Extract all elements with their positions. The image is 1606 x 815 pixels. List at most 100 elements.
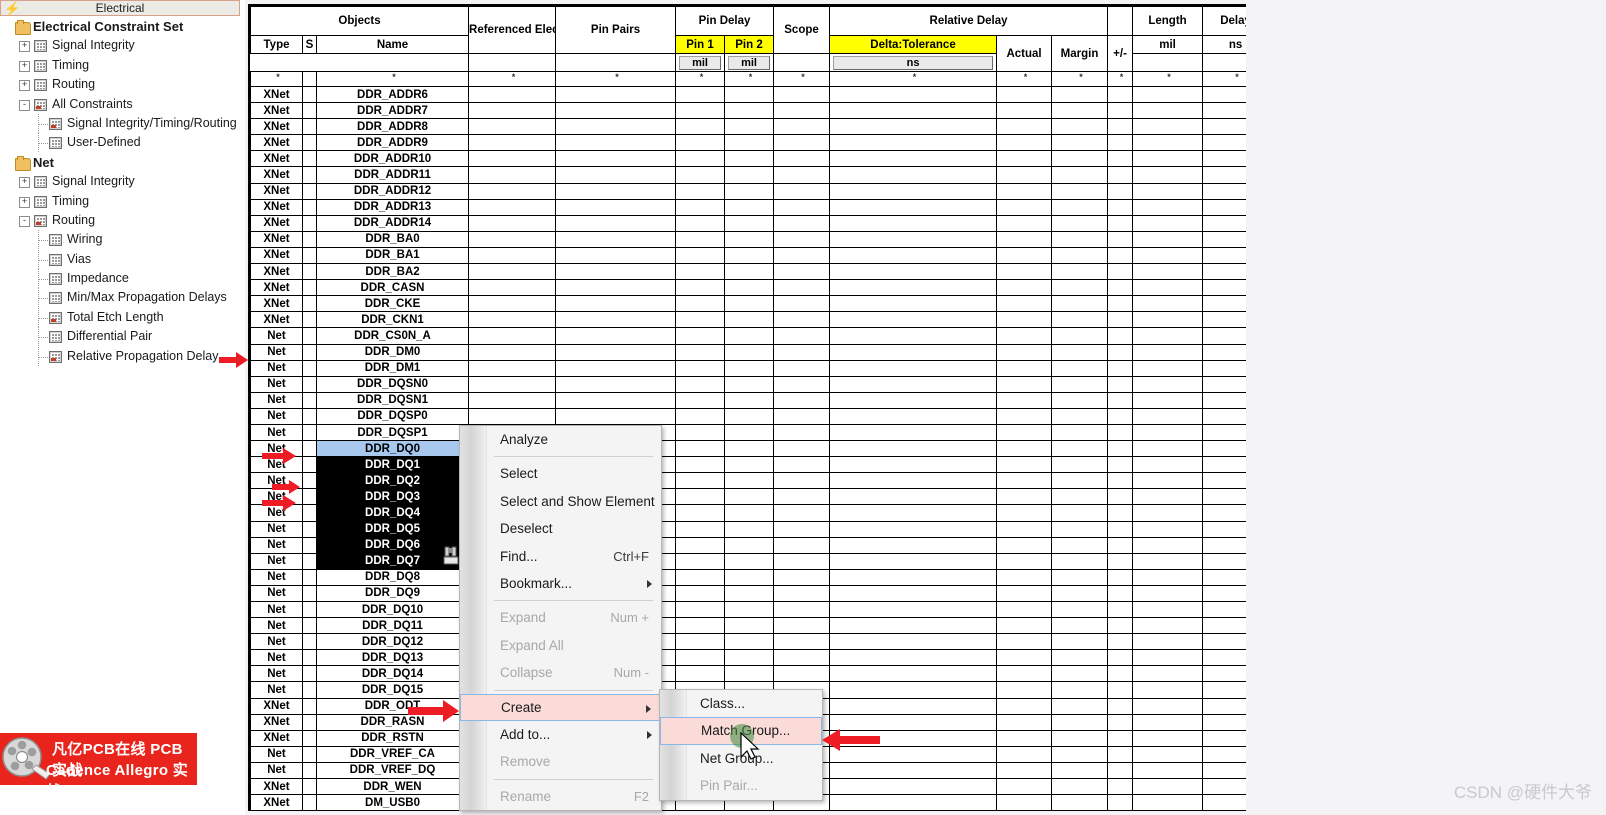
cell-actual[interactable] [997,505,1052,521]
cell-s[interactable] [303,424,317,440]
cell-pin-pairs[interactable] [556,231,676,247]
cell-pin-pairs[interactable] [556,119,676,135]
cell-delta-tolerance[interactable] [830,521,997,537]
cell-actual[interactable] [997,215,1052,231]
cell-pin-delay-1[interactable] [676,602,725,618]
table-row[interactable]: XNetDDR_ADDR6 [251,87,1247,103]
cell-delay[interactable] [1203,698,1247,714]
cell-length[interactable] [1133,537,1203,553]
cell-plusminus[interactable] [1108,457,1133,473]
cell-referenced-cset[interactable] [469,280,556,296]
cell-s[interactable] [303,135,317,151]
cell-name[interactable]: DDR_DQ15 [317,682,469,698]
cell-pin-delay-2[interactable] [725,666,774,682]
cell-plusminus[interactable] [1108,521,1133,537]
cell-margin[interactable] [1052,424,1108,440]
cell-scope[interactable] [774,151,830,167]
cell-delay[interactable] [1203,87,1247,103]
cell-pin-delay-1[interactable] [676,489,725,505]
cell-plusminus[interactable] [1108,167,1133,183]
cell-actual[interactable] [997,264,1052,280]
cell-name[interactable]: DDR_ADDR14 [317,215,469,231]
cell-delta-tolerance[interactable] [830,457,997,473]
cell-s[interactable] [303,795,317,811]
cell-pin-delay-1[interactable] [676,135,725,151]
cell-pin-delay-1[interactable] [676,231,725,247]
cell-type[interactable]: Net [251,537,303,553]
cell-type[interactable]: Net [251,666,303,682]
expand-icon[interactable]: + [19,197,30,208]
cell-name[interactable]: DDR_BA2 [317,264,469,280]
cell-length[interactable] [1133,505,1203,521]
cell-scope[interactable] [774,585,830,601]
cell-margin[interactable] [1052,167,1108,183]
cell-name[interactable]: DDR_ODT [317,698,469,714]
cell-pin-delay-2[interactable] [725,618,774,634]
cell-pin-pairs[interactable] [556,135,676,151]
cell-s[interactable] [303,264,317,280]
cell-delta-tolerance[interactable] [830,666,997,682]
cell-s[interactable] [303,746,317,762]
cell-delay[interactable] [1203,795,1247,811]
cell-name[interactable]: DDR_DQSP0 [317,408,469,424]
cell-pin-delay-1[interactable] [676,247,725,263]
cell-name[interactable]: DDR_DQ14 [317,666,469,682]
cell-type[interactable]: XNet [251,296,303,312]
menu-item-add-to[interactable]: Add to... [460,721,661,748]
table-row[interactable]: XNetDDR_ADDR7 [251,103,1247,119]
cell-margin[interactable] [1052,521,1108,537]
cell-s[interactable] [303,666,317,682]
cell-scope[interactable] [774,441,830,457]
filter-cell-actual[interactable]: * [997,72,1052,87]
menu-item-select[interactable]: Select [460,460,661,487]
cell-delay[interactable] [1203,730,1247,746]
cell-pin-delay-1[interactable] [676,537,725,553]
cell-type[interactable]: XNet [251,779,303,795]
cell-s[interactable] [303,585,317,601]
cell-s[interactable] [303,87,317,103]
cell-margin[interactable] [1052,746,1108,762]
cell-margin[interactable] [1052,795,1108,811]
cell-type[interactable]: XNet [251,231,303,247]
cell-name[interactable]: DDR_WEN [317,779,469,795]
cell-type[interactable]: Net [251,521,303,537]
cell-delta-tolerance[interactable] [830,296,997,312]
table-row[interactable]: Net DDR_DQ14 [251,666,1247,682]
table-row[interactable]: NetDDR_DQ10 [251,602,1247,618]
cell-scope[interactable] [774,103,830,119]
cell-margin[interactable] [1052,151,1108,167]
cell-margin[interactable] [1052,264,1108,280]
cell-name[interactable]: DDR_CS0N_A [317,328,469,344]
cell-actual[interactable] [997,167,1052,183]
cell-delta-tolerance[interactable] [830,618,997,634]
cell-length[interactable] [1133,553,1203,569]
cell-scope[interactable] [774,424,830,440]
cell-length[interactable] [1133,795,1203,811]
table-row[interactable]: NetDDR_DQ9 [251,585,1247,601]
cell-s[interactable] [303,634,317,650]
filter-cell-s[interactable] [303,72,317,87]
cell-referenced-cset[interactable] [469,167,556,183]
cell-plusminus[interactable] [1108,489,1133,505]
cell-s[interactable] [303,730,317,746]
cell-margin[interactable] [1052,457,1108,473]
cell-plusminus[interactable] [1108,376,1133,392]
cell-referenced-cset[interactable] [469,135,556,151]
cell-actual[interactable] [997,103,1052,119]
cell-plusminus[interactable] [1108,666,1133,682]
cell-delta-tolerance[interactable] [830,698,997,714]
cell-referenced-cset[interactable] [469,296,556,312]
cell-delay[interactable] [1203,424,1247,440]
cell-pin-delay-1[interactable] [676,344,725,360]
table-row[interactable]: NetDDR_DQ5 [251,521,1247,537]
cell-length[interactable] [1133,264,1203,280]
cell-type[interactable]: XNet [251,795,303,811]
cell-plusminus[interactable] [1108,247,1133,263]
cell-type[interactable]: Net [251,344,303,360]
menu-item-deselect[interactable]: Deselect [460,515,661,542]
cell-delay[interactable] [1203,199,1247,215]
cell-delta-tolerance[interactable] [830,119,997,135]
cell-s[interactable] [303,698,317,714]
cell-length[interactable] [1133,634,1203,650]
cell-length[interactable] [1133,666,1203,682]
